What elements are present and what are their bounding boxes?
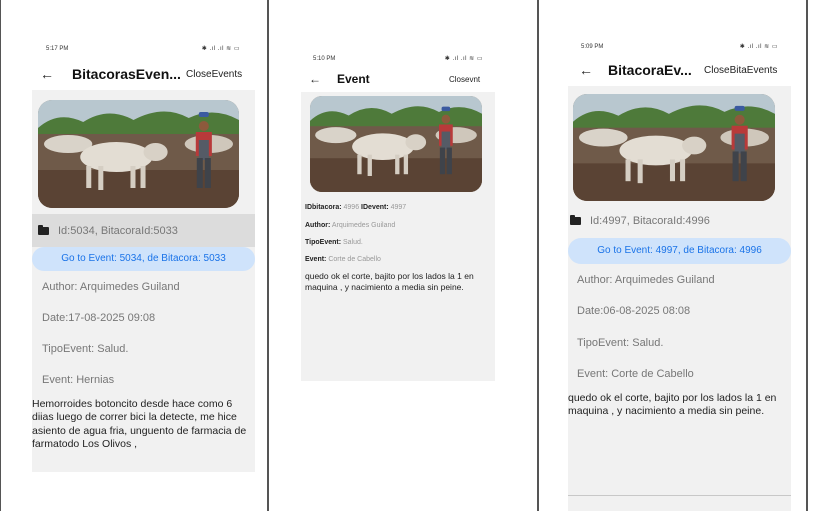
date-text: Date:06-08-2025 08:08 <box>577 305 691 317</box>
close-events-button[interactable]: CloseEvents <box>186 69 242 80</box>
author-text: Author: Arquimedes Guiland <box>42 281 180 293</box>
close-event-button[interactable]: Closevnt <box>449 75 480 84</box>
author-label: Author: <box>305 222 331 229</box>
tipo-event-value: Salud. <box>343 239 363 246</box>
screen-3: 5:09 PM ✱ .ıl .ıl ≋ ▭ ← BitacoraEv... Cl… <box>539 0 806 511</box>
date-text: Date:17-08-2025 09:08 <box>42 312 156 324</box>
bottom-divider <box>568 495 791 496</box>
tipo-event-row: TipoEvent: Salud. <box>305 239 363 246</box>
app-bar: ← BitacorasEven... CloseEvents <box>40 64 245 84</box>
author-row: Author: Arquimedes Guiland <box>305 222 395 229</box>
status-time: 5:17 PM <box>46 45 69 52</box>
event-description: Hemorroides botoncito desde hace como 6 … <box>32 398 247 451</box>
idbitacora-label: IDbitacora: <box>305 204 342 211</box>
event-description: quedo ok el corte, bajito por los lados … <box>305 271 474 292</box>
app-bar: ← Event Closevnt <box>309 70 487 88</box>
author-value: Arquimedes Guiland <box>331 222 396 229</box>
panel-divider-3 <box>806 0 808 511</box>
event-text: Event: Corte de Cabello <box>577 368 694 380</box>
idbitacora-value: 4996 <box>343 204 360 211</box>
event-photo <box>573 94 775 201</box>
folder-icon <box>570 215 581 225</box>
status-bar: 5:09 PM ✱ .ıl .ıl ≋ ▭ <box>581 43 778 51</box>
id-row: Id:5034, BitacoraId:5033 <box>32 214 255 247</box>
event-row: Event: Corte de Cabello <box>305 256 381 263</box>
event-card: IDbitacora: 4996 IDevent: 4997 Author: A… <box>301 92 495 381</box>
event-text: Event: Hernias <box>42 374 115 386</box>
folder-icon <box>38 224 49 235</box>
id-row: Id:4997, BitacoraId:4996 <box>570 215 710 227</box>
back-arrow-icon[interactable]: ← <box>579 62 608 78</box>
author-text: Author: Arquimedes Guiland <box>577 274 715 286</box>
screen-2: 5:10 PM ✱ .ıl .ıl ≋ ▭ ← Event Closevnt I… <box>269 0 537 511</box>
event-photo <box>38 100 239 208</box>
go-to-event-button[interactable]: Go to Event: 5034, de Bitacora: 5033 <box>32 247 255 271</box>
event-label: Event: <box>305 256 327 263</box>
idevent-value: 4997 <box>390 204 407 211</box>
status-time: 5:10 PM <box>313 55 336 62</box>
id-text: Id:4997, BitacoraId:4996 <box>590 215 710 227</box>
ids-row: IDbitacora: 4996 IDevent: 4997 <box>305 204 406 211</box>
page-title: Event <box>337 72 370 86</box>
status-bar: 5:17 PM ✱ .ıl .ıl ≋ ▭ <box>46 45 240 53</box>
tipo-event-text: TipoEvent: Salud. <box>42 343 129 355</box>
idevent-label: IDevent: <box>361 204 389 211</box>
event-description: quedo ok el corte, bajito por los lados … <box>568 392 777 418</box>
status-time: 5:09 PM <box>581 43 604 50</box>
event-card: Id:5034, BitacoraId:5033 Go to Event: 50… <box>32 90 255 472</box>
screen-1: 5:17 PM ✱ .ıl .ıl ≋ ▭ ← BitacorasEven...… <box>0 0 267 511</box>
go-to-event-button[interactable]: Go to Event: 4997, de Bitacora: 4996 <box>568 238 791 264</box>
app-bar: ← BitacoraEv... CloseBitaEvents <box>579 60 783 80</box>
status-bar: 5:10 PM ✱ .ıl .ıl ≋ ▭ <box>313 55 483 63</box>
tipo-event-label: TipoEvent: <box>305 239 342 246</box>
page-title: BitacorasEven... <box>72 66 180 82</box>
event-photo <box>310 96 482 192</box>
back-arrow-icon[interactable]: ← <box>40 66 72 82</box>
back-arrow-icon[interactable]: ← <box>309 72 337 86</box>
id-text: Id:5034, BitacoraId:5033 <box>58 224 178 237</box>
event-value: Corte de Cabello <box>328 256 381 263</box>
status-icons: ✱ .ıl .ıl ≋ ▭ <box>739 44 778 50</box>
tipo-event-text: TipoEvent: Salud. <box>577 337 664 349</box>
event-card: Id:4997, BitacoraId:4996 Go to Event: 49… <box>568 86 791 511</box>
page-title: BitacoraEv... <box>608 62 692 78</box>
status-icons: ✱ .ıl .ıl ≋ ▭ <box>444 56 483 62</box>
status-icons: ✱ .ıl .ıl ≋ ▭ <box>201 46 240 52</box>
close-bita-events-button[interactable]: CloseBitaEvents <box>704 65 777 76</box>
